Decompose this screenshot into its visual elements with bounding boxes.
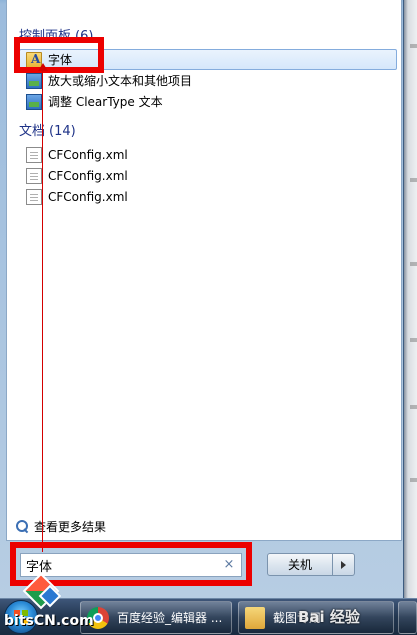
result-item-document[interactable]: CFConfig.xml xyxy=(19,144,397,165)
shutdown-options-arrow-icon[interactable] xyxy=(333,553,355,576)
group-header-count: (14) xyxy=(49,124,76,139)
document-icon xyxy=(26,146,42,163)
see-more-label: 查看更多结果 xyxy=(34,520,107,534)
result-item-document[interactable]: CFConfig.xml xyxy=(19,165,397,186)
desktop-icon-fragment xyxy=(410,44,417,48)
result-item-label: CFConfig.xml xyxy=(48,168,128,183)
taskbar-button-browser[interactable]: 百度经验_编辑器 ... xyxy=(80,601,232,634)
group-header-documents[interactable]: 文档 (14) xyxy=(19,120,76,139)
annotation-line xyxy=(42,67,43,552)
taskbar-button-label: 百度经验_编辑器 ... xyxy=(117,611,223,625)
result-item-label: CFConfig.xml xyxy=(48,189,128,204)
result-item-zoom-text[interactable]: 放大或缩小文本和其他项目 xyxy=(19,70,397,91)
taskbar-button-partial[interactable] xyxy=(398,601,417,634)
result-item-cleartype[interactable]: 调整 ClearType 文本 xyxy=(19,91,397,112)
result-item-label: CFConfig.xml xyxy=(48,147,128,162)
result-item-document[interactable]: CFConfig.xml xyxy=(19,186,397,207)
folder-icon xyxy=(245,606,265,629)
see-more-results-link[interactable]: 查看更多结果 xyxy=(16,518,106,535)
desktop-icon-fragment xyxy=(410,478,417,482)
shutdown-button[interactable]: 关机 xyxy=(267,553,333,576)
result-item-label: 调整 ClearType 文本 xyxy=(48,95,163,109)
document-icon xyxy=(26,167,42,184)
logo-text: bitsCN.com xyxy=(4,613,94,629)
magnifier-icon xyxy=(16,520,29,533)
desktop-icon-fragment xyxy=(410,338,417,342)
desktop-icon-fragment xyxy=(410,405,417,409)
annotation-arrow-icon xyxy=(38,63,48,71)
desktop-background xyxy=(402,0,417,598)
display-settings-icon xyxy=(26,72,42,89)
bitscn-logo: bitsCN.com xyxy=(0,572,94,635)
document-icon xyxy=(26,188,42,205)
baidu-watermark: Bai 经验 xyxy=(298,608,360,626)
desktop-icon-fragment xyxy=(410,178,417,182)
shutdown-group: 关机 xyxy=(267,553,355,576)
start-menu: 控制面板(6) 字体 放大或缩小文本和其他项目 调整 ClearType 文本 … xyxy=(0,0,404,598)
highlight-box-fonts xyxy=(14,37,104,73)
desktop-icon-fragment xyxy=(410,262,417,266)
search-results-pane: 控制面板(6) 字体 放大或缩小文本和其他项目 调整 ClearType 文本 … xyxy=(6,0,402,541)
result-item-label: 放大或缩小文本和其他项目 xyxy=(48,74,193,88)
display-settings-icon xyxy=(26,93,42,110)
